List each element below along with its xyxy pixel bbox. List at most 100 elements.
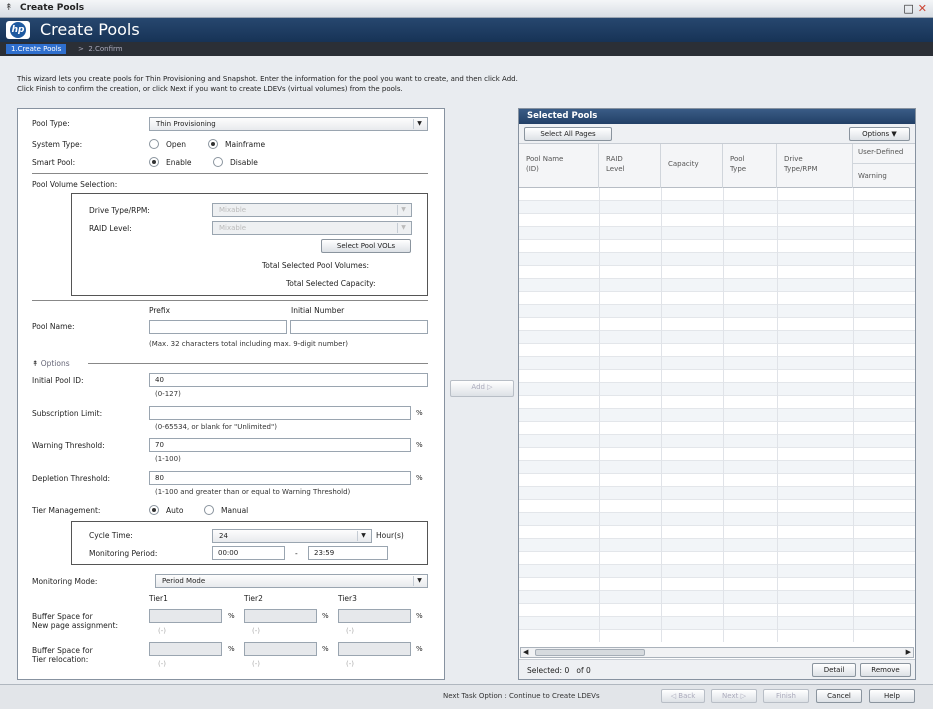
- smart-pool-disable-radio[interactable]: [213, 157, 223, 167]
- select-all-pages-button[interactable]: Select All Pages: [524, 127, 612, 141]
- step-confirm-label: 2.Confirm: [88, 45, 123, 53]
- buffer-reloc-tier2-hint: (-): [252, 660, 260, 668]
- smart-pool-disable-label: Disable: [230, 158, 258, 167]
- table-row: [519, 344, 915, 357]
- cancel-button[interactable]: Cancel: [816, 689, 862, 703]
- subscription-limit-label: Subscription Limit:: [32, 409, 103, 418]
- tier-management-manual-label: Manual: [221, 506, 249, 515]
- buffer-reloc-tier3-input[interactable]: [338, 642, 411, 656]
- chevron-down-icon: ▼: [397, 223, 409, 233]
- monitoring-period-label: Monitoring Period:: [89, 549, 158, 558]
- smart-pool-enable-radio[interactable]: [149, 157, 159, 167]
- monitoring-mode-value: Period Mode: [162, 577, 206, 585]
- raid-level-select[interactable]: Mixable ▼: [212, 221, 412, 235]
- depletion-threshold-input[interactable]: 80: [149, 471, 411, 485]
- pool-settings-panel: Pool Type: Thin Provisioning ▼ System Ty…: [17, 108, 445, 680]
- table-row: [519, 305, 915, 318]
- column-pool-name-line2: (ID): [526, 165, 539, 173]
- help-button[interactable]: Help: [869, 689, 915, 703]
- options-button[interactable]: Options ▼: [849, 127, 910, 141]
- cycle-time-select[interactable]: 24 ▼: [212, 529, 372, 543]
- selected-count-total: 0: [586, 666, 591, 675]
- column-user-defined-label: User-Defined: [858, 148, 904, 156]
- initial-pool-id-input[interactable]: 40: [149, 373, 428, 387]
- buffer-new-tier3-input[interactable]: [338, 609, 411, 623]
- warning-threshold-input[interactable]: 70: [149, 438, 411, 452]
- buffer-reloc-tier2-input[interactable]: [244, 642, 317, 656]
- close-icon[interactable]: ✕: [918, 2, 927, 15]
- column-drive-type[interactable]: Drive Type/RPM: [777, 144, 853, 188]
- scrollbar-thumb[interactable]: [535, 649, 645, 656]
- column-pool-type[interactable]: Pool Type: [723, 144, 777, 188]
- pool-name-label: Pool Name:: [32, 322, 75, 331]
- next-button[interactable]: Next ▷: [711, 689, 757, 703]
- column-capacity[interactable]: Capacity: [661, 144, 723, 188]
- selected-pools-table-header: Pool Name (ID) RAID Level Capacity Pool Typ…: [519, 144, 915, 188]
- table-row: [519, 604, 915, 617]
- next-task-option[interactable]: Next Task Option : Continue to Create LD…: [443, 692, 600, 700]
- system-type-open-radio[interactable]: [149, 139, 159, 149]
- warning-threshold-unit: %: [416, 441, 423, 449]
- horizontal-scrollbar[interactable]: ◀ ▶: [520, 647, 914, 658]
- column-pool-name[interactable]: Pool Name (ID): [519, 144, 599, 188]
- remove-button[interactable]: Remove: [860, 663, 911, 677]
- tier-management-manual-radio[interactable]: [204, 505, 214, 515]
- system-type-mainframe-radio[interactable]: [208, 139, 218, 149]
- collapse-icon[interactable]: ↟: [5, 3, 13, 13]
- scroll-right-icon[interactable]: ▶: [906, 648, 911, 656]
- tier-management-auto-radio[interactable]: [149, 505, 159, 515]
- table-row: [519, 526, 915, 539]
- column-raid-level-line1: RAID: [606, 155, 623, 163]
- total-selected-capacity-label: Total Selected Capacity:: [286, 279, 376, 288]
- depletion-threshold-hint: (1-100 and greater than or equal to Warn…: [155, 488, 351, 496]
- initial-number-header: Initial Number: [291, 306, 345, 315]
- table-row: [519, 565, 915, 578]
- column-raid-level[interactable]: RAID Level: [599, 144, 661, 188]
- pool-name-hint: (Max. 32 characters total including max.…: [149, 340, 348, 348]
- add-button[interactable]: Add ▷: [450, 380, 514, 397]
- tier1-header: Tier1: [149, 594, 168, 603]
- monitoring-period-end-input[interactable]: 23:59: [308, 546, 388, 560]
- cycle-time-unit: Hour(s): [376, 531, 404, 540]
- divider: [88, 363, 428, 364]
- pool-type-select[interactable]: Thin Provisioning ▼: [149, 117, 428, 131]
- detail-button[interactable]: Detail: [812, 663, 856, 677]
- table-row: [519, 487, 915, 500]
- options-button-label: Options: [862, 130, 890, 138]
- table-row: [519, 591, 915, 604]
- finish-button[interactable]: Finish: [763, 689, 809, 703]
- chevron-down-icon: ▼: [413, 576, 425, 586]
- monitoring-mode-label: Monitoring Mode:: [32, 577, 98, 586]
- table-row: [519, 500, 915, 513]
- initial-pool-id-label: Initial Pool ID:: [32, 376, 84, 385]
- restore-icon[interactable]: □: [903, 2, 913, 15]
- table-row: [519, 370, 915, 383]
- chevron-down-icon: ▼: [397, 205, 409, 215]
- pool-name-prefix-input[interactable]: [149, 320, 287, 334]
- monitoring-period-start-input[interactable]: 00:00: [212, 546, 285, 560]
- pool-name-initial-number-input[interactable]: [290, 320, 428, 334]
- buffer-new-tier2-input[interactable]: [244, 609, 317, 623]
- monitoring-mode-select[interactable]: Period Mode ▼: [155, 574, 428, 588]
- scroll-left-icon[interactable]: ◀: [523, 648, 528, 656]
- subscription-limit-unit: %: [416, 409, 423, 417]
- step-create-pools: 1.Create Pools: [6, 44, 67, 54]
- column-user-defined[interactable]: User-Defined Warning: [853, 144, 915, 188]
- select-pool-vols-button[interactable]: Select Pool VOLs: [321, 239, 411, 253]
- system-type-label: System Type:: [32, 140, 83, 149]
- drive-type-select[interactable]: Mixable ▼: [212, 203, 412, 217]
- buffer-new-tier1-input[interactable]: [149, 609, 222, 623]
- intro-line-1: This wizard lets you create pools for Th…: [17, 75, 518, 83]
- subscription-limit-input[interactable]: [149, 406, 411, 420]
- selected-pools-panel: Selected Pools Select All Pages Options …: [518, 108, 916, 680]
- window-titlebar: ↟ Create Pools □ ✕: [0, 0, 933, 18]
- buffer-reloc-tier1-input[interactable]: [149, 642, 222, 656]
- column-warning-label: Warning: [858, 172, 887, 180]
- monitoring-period-dash: -: [295, 549, 298, 558]
- selected-count-of-label: of: [576, 666, 584, 675]
- options-toggle[interactable]: ↟ Options: [32, 359, 70, 368]
- wizard-header: hp Create Pools: [0, 18, 933, 42]
- system-type-mainframe-label: Mainframe: [225, 140, 266, 149]
- buffer-new-tier2-hint: (-): [252, 627, 260, 635]
- back-button[interactable]: ◁ Back: [661, 689, 705, 703]
